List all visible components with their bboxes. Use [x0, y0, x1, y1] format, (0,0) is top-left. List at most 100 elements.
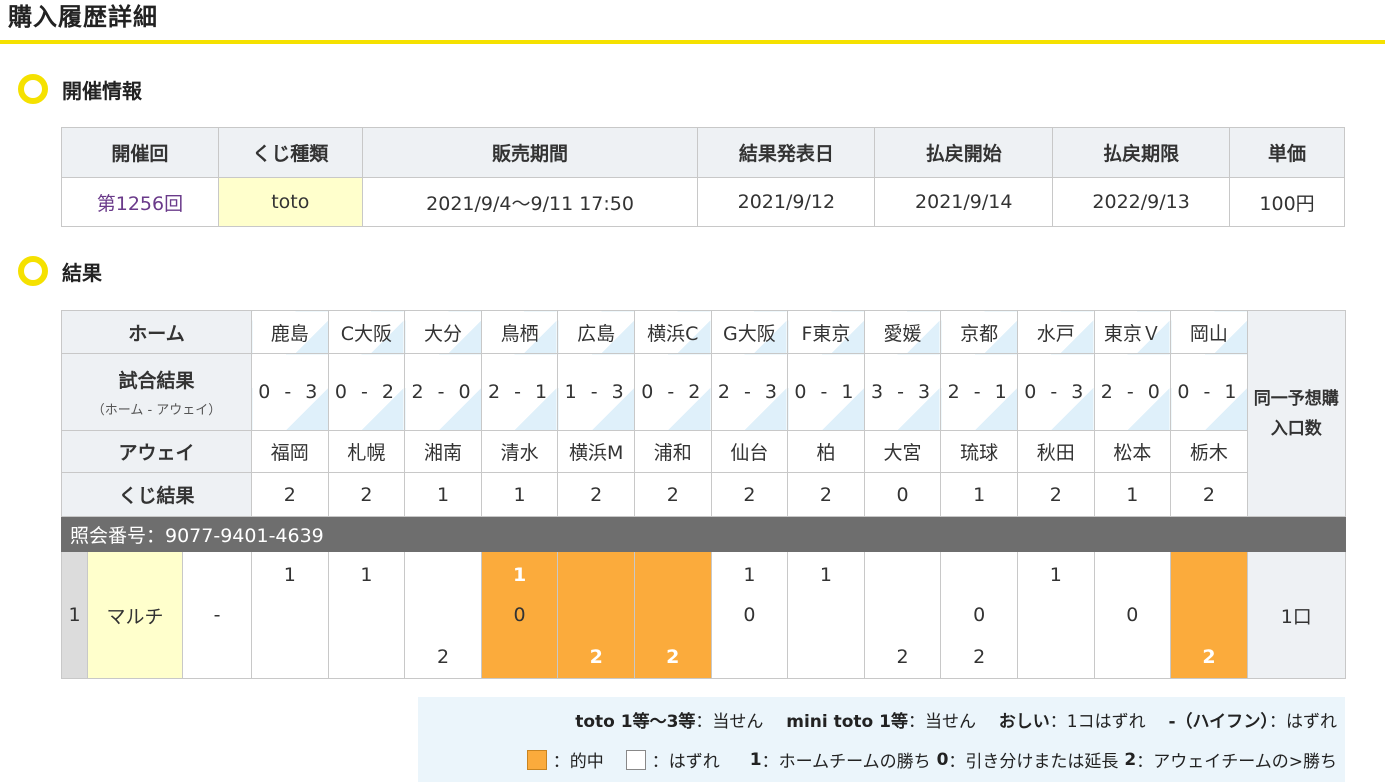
prediction-1: 1	[512, 564, 527, 586]
section-info-title: 開催情報	[62, 78, 142, 103]
prediction-cell: 1	[1016, 551, 1095, 679]
prediction-cell: 1	[327, 551, 406, 679]
info-header-row: 開催回 くじ種類 販売期間 結果発表日 払戻開始 払戻期限 単価	[61, 127, 1345, 178]
prediction-cell: 0	[1093, 551, 1172, 679]
home-team: 京都	[940, 310, 1018, 354]
sale-period: 2021/9/4～9/11 17:50	[361, 177, 699, 227]
prediction-cell: 1	[251, 551, 329, 679]
legend-hyphen-value: ：はずれ	[1269, 712, 1337, 732]
legend-oshii-value: ：1コはずれ	[1049, 712, 1146, 732]
lottery-result: 2	[557, 472, 635, 517]
prediction-2: 2	[436, 646, 450, 668]
prediction-cell: 2	[863, 551, 942, 679]
home-team: C大阪	[327, 310, 406, 354]
match-score: 0 - 2	[633, 353, 712, 431]
section-info-header: 開催情報	[18, 73, 142, 105]
purchase-count: 1口	[1246, 551, 1346, 679]
payout-deadline: 2022/9/13	[1052, 177, 1231, 227]
away-team: 横浜M	[557, 430, 635, 473]
prediction-cell: 10	[480, 551, 559, 679]
away-team: 松本	[1093, 430, 1172, 473]
info-header: 販売期間	[361, 127, 699, 178]
away-team: 秋田	[1016, 430, 1095, 473]
lottery-label: くじ結果	[60, 472, 253, 517]
prediction-cell: 02	[940, 551, 1018, 679]
payout-start: 2021/9/14	[874, 177, 1054, 227]
legend-box: toto 1等～3等：当せん mini toto 1等：当せん おしい：1コはず…	[418, 697, 1345, 782]
away-team: 栃木	[1170, 430, 1248, 473]
match-score: 2 - 1	[940, 353, 1018, 431]
reference-number: 照会番号：9077-9401-4639	[61, 516, 1346, 552]
away-team: 湘南	[404, 430, 482, 473]
info-value-row: 第1256回 toto 2021/9/4～9/11 17:50 2021/9/1…	[61, 177, 1345, 227]
result-date: 2021/9/12	[697, 177, 876, 227]
match-score: 0 - 3	[251, 353, 329, 431]
ticket-type: マルチ	[87, 551, 183, 679]
prediction-2: 2	[589, 646, 603, 668]
away-team: 大宮	[863, 430, 942, 473]
prediction-1: 1	[1049, 564, 1062, 586]
lottery-kind: toto	[217, 177, 363, 227]
home-team: G大阪	[710, 310, 789, 354]
home-team: F東京	[787, 310, 865, 354]
match-score: 2 - 3	[710, 353, 789, 431]
prediction-1: 1	[360, 564, 373, 586]
prediction-2: 2	[1202, 646, 1216, 668]
legend-hyphen-label: -（ハイフン）	[1168, 712, 1269, 732]
circle-bullet-icon	[18, 256, 48, 286]
lottery-result: 2	[1170, 472, 1248, 517]
lottery-result: 2	[787, 472, 865, 517]
prediction-1: 1	[743, 564, 756, 586]
home-team: 鹿島	[251, 310, 329, 354]
away-team: 柏	[787, 430, 865, 473]
prediction-0: 0	[513, 604, 526, 626]
lottery-result: 1	[940, 472, 1018, 517]
home-team: 愛媛	[863, 310, 942, 354]
match-score: 0 - 3	[1016, 353, 1095, 431]
prediction-0: 0	[1126, 604, 1139, 626]
lottery-result: 2	[710, 472, 789, 517]
section-result-title: 結果	[62, 260, 102, 285]
round-link[interactable]: 第1256回	[61, 177, 219, 227]
home-team: 水戸	[1016, 310, 1095, 354]
score-label: 試合結果 （ホーム - アウェイ）	[60, 353, 253, 431]
match-score: 3 - 3	[863, 353, 942, 431]
legend-mini-label: mini toto 1等	[786, 712, 908, 732]
ticket-status: -	[181, 551, 253, 679]
legend-key-1: 1	[749, 749, 762, 770]
unit-price: 100円	[1229, 177, 1345, 227]
legend-key-2: 2	[1124, 749, 1137, 770]
legend-line-1: toto 1等～3等：当せん mini toto 1等：当せん おしい：1コはず…	[575, 707, 1337, 732]
away-team: 浦和	[633, 430, 712, 473]
lottery-row: くじ結果 2211222201212	[60, 472, 1346, 517]
prediction-cell: 10	[710, 551, 789, 679]
prediction-2: 2	[666, 646, 680, 668]
ticket-row-number: 1	[61, 551, 88, 679]
section-result-header: 結果	[18, 255, 102, 287]
info-header: くじ種類	[217, 127, 363, 178]
legend-oshii-label: おしい	[998, 712, 1050, 732]
match-score: 1 - 3	[557, 353, 635, 431]
away-team: 仙台	[710, 430, 789, 473]
match-score: 0 - 1	[1170, 353, 1248, 431]
title-underline	[0, 40, 1385, 44]
legend-line-2: ：的中 ：はずれ 1 ：ホームチームの勝ち 0 ：引き分けまたは延長 2 ：アウェイチ…	[526, 747, 1337, 772]
prediction-cell: 2	[633, 551, 712, 679]
legend-value-1: ：ホームチームの勝ち	[761, 752, 931, 772]
info-header: 開催回	[61, 127, 219, 178]
circle-bullet-icon	[18, 74, 48, 104]
match-score: 0 - 1	[787, 353, 865, 431]
lottery-result: 2	[251, 472, 329, 517]
home-team: 横浜C	[633, 310, 712, 354]
score-sub-label: （ホーム - アウェイ）	[91, 403, 222, 418]
home-team: 大分	[404, 310, 482, 354]
away-team: 清水	[480, 430, 559, 473]
away-team: 福岡	[251, 430, 329, 473]
legend-key-0: 0	[936, 749, 949, 770]
lottery-result: 2	[1016, 472, 1095, 517]
legend-toto-label: toto 1等～3等	[575, 712, 696, 732]
lottery-result: 1	[1093, 472, 1172, 517]
prediction-0: 0	[973, 604, 986, 626]
away-label: アウェイ	[60, 430, 253, 473]
prediction-1: 1	[283, 564, 296, 586]
